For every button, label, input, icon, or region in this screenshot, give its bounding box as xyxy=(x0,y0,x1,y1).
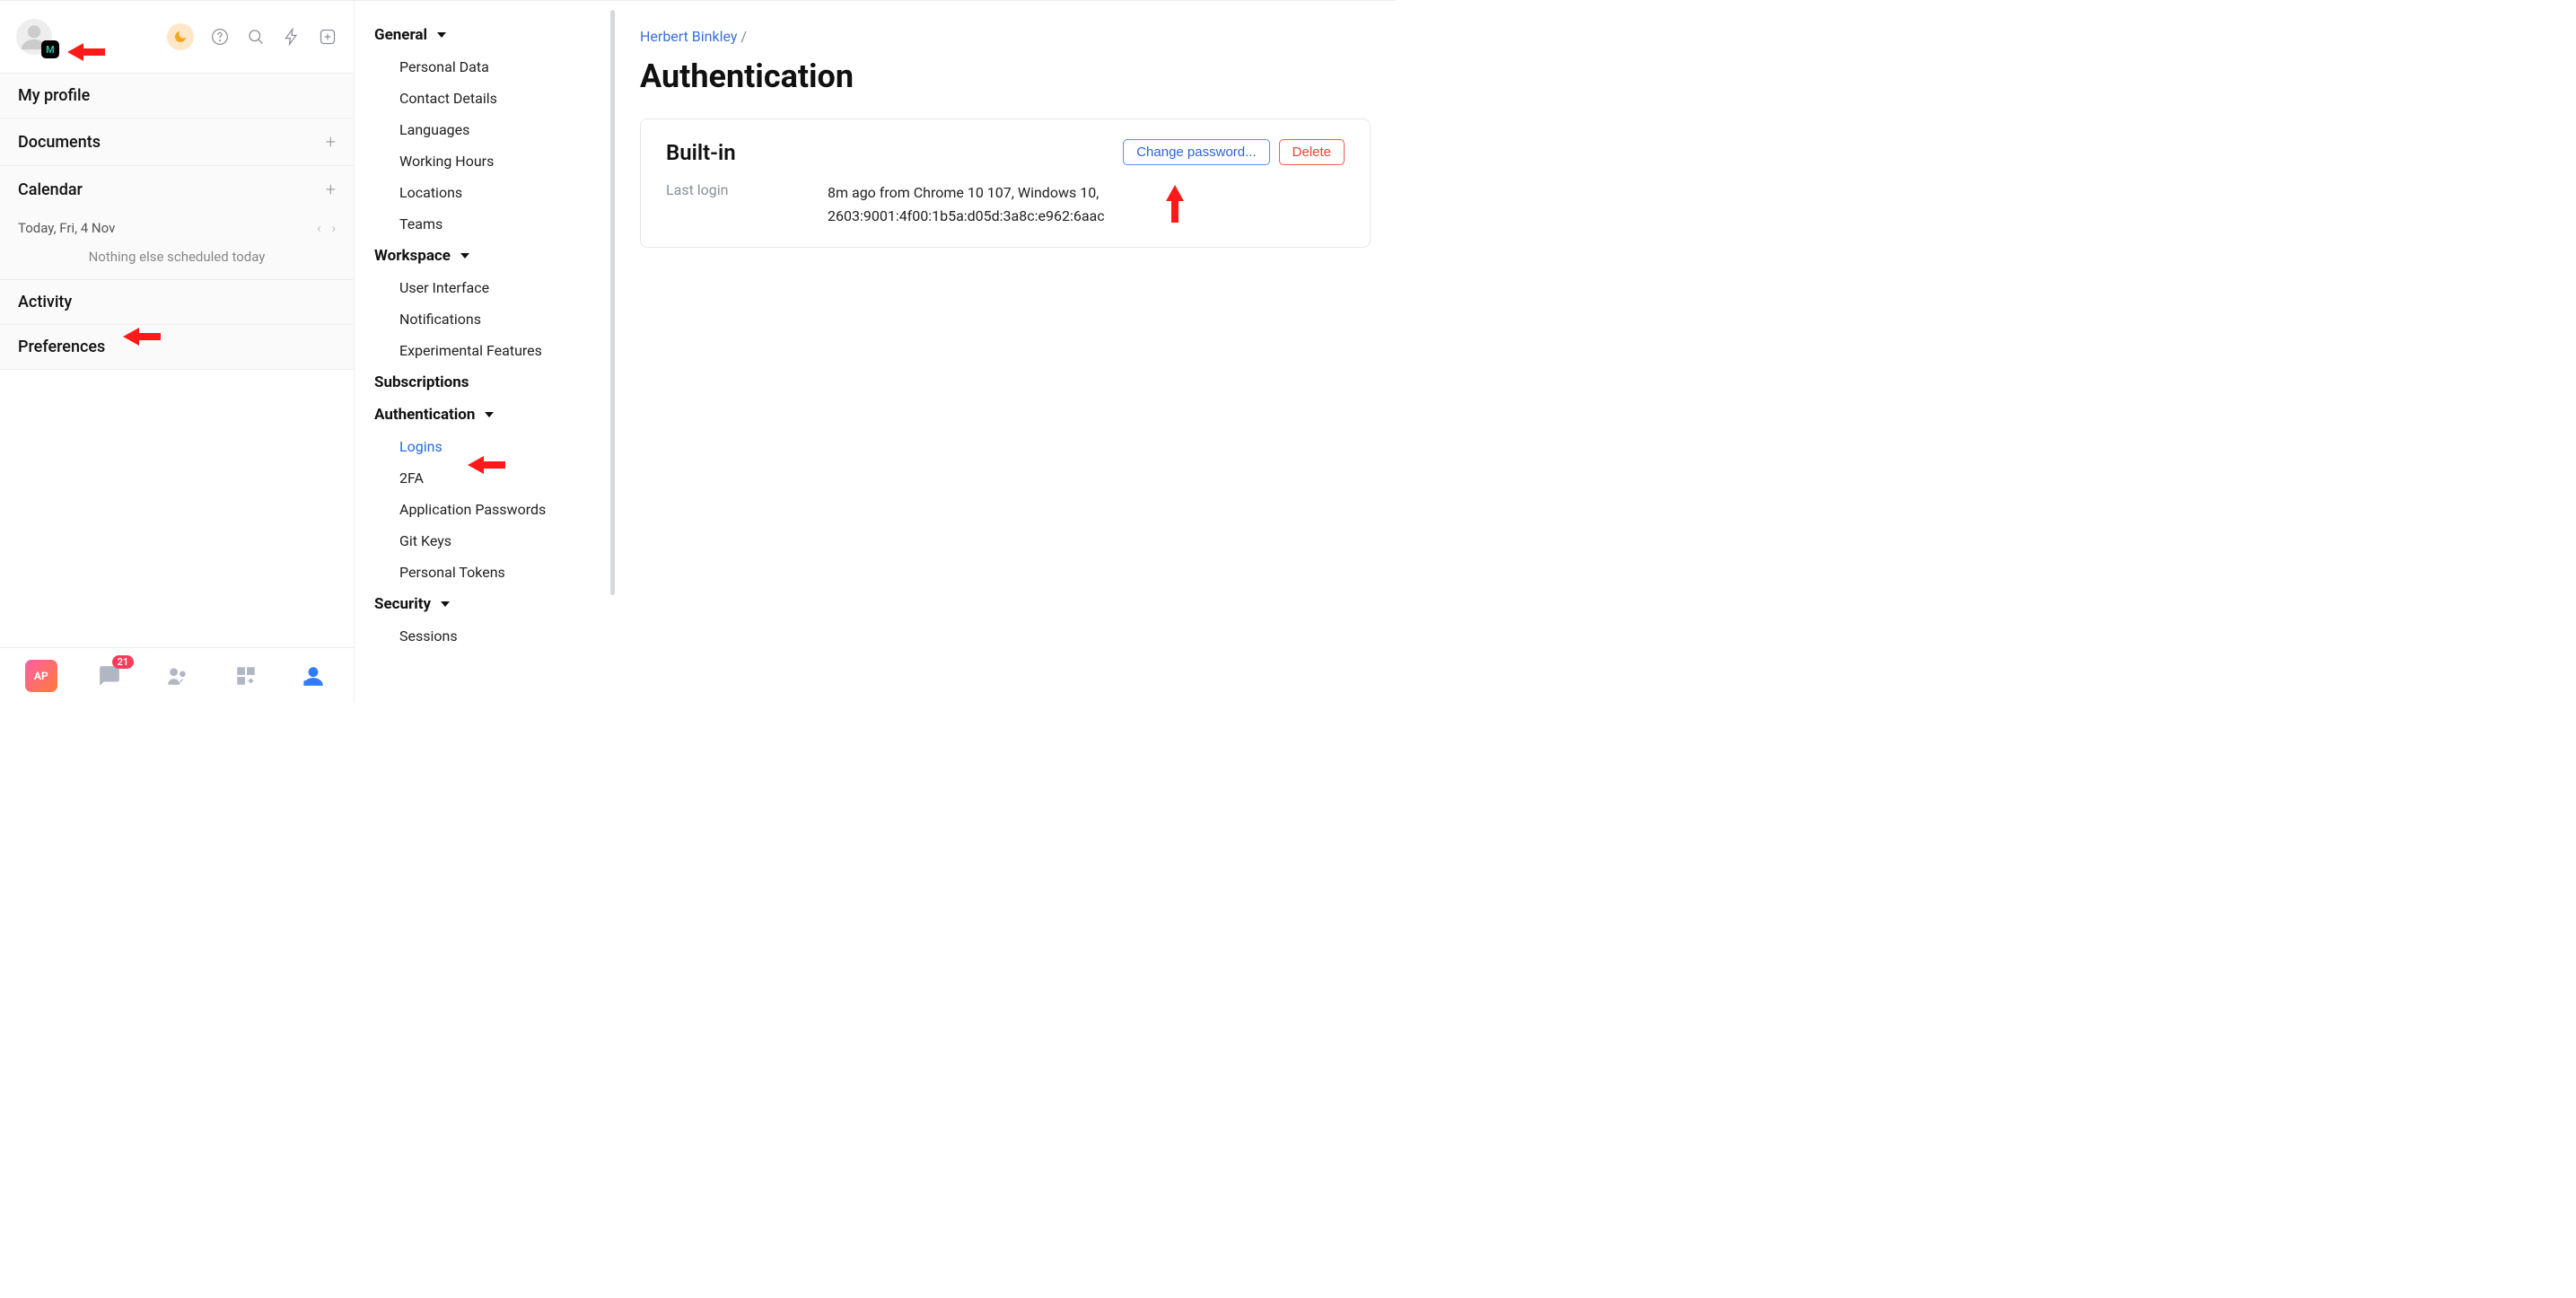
nav-group-subscriptions[interactable]: Subscriptions xyxy=(355,366,615,399)
calendar-date: Today, Fri, 4 Nov xyxy=(18,220,115,236)
calendar-empty-text: Nothing else scheduled today xyxy=(0,243,354,279)
nav-group-authentication[interactable]: Authentication xyxy=(355,399,615,431)
nav-group-workspace[interactable]: Workspace xyxy=(355,240,615,272)
calendar-prev-icon[interactable]: ‹ xyxy=(317,220,321,236)
nav-sessions[interactable]: Sessions xyxy=(355,620,615,652)
nav-user-interface[interactable]: User Interface xyxy=(355,272,615,303)
profile-top-row: M xyxy=(0,1,354,73)
chat-icon[interactable]: 21 xyxy=(95,661,126,691)
team-icon[interactable] xyxy=(162,661,193,691)
caret-icon xyxy=(437,32,446,38)
left-sidebar: M My profi xyxy=(0,1,355,703)
theme-toggle-icon[interactable] xyxy=(167,23,194,50)
workspace-switcher[interactable]: AP xyxy=(25,660,57,692)
nav-teams[interactable]: Teams xyxy=(355,208,615,240)
sidebar-documents[interactable]: Documents+ xyxy=(0,118,354,165)
nav-experimental[interactable]: Experimental Features xyxy=(355,335,615,366)
sidebar-my-profile[interactable]: My profile xyxy=(0,74,354,118)
nav-personal-tokens[interactable]: Personal Tokens xyxy=(355,557,615,588)
nav-group-security[interactable]: Security xyxy=(355,588,615,620)
nav-working-hours[interactable]: Working Hours xyxy=(355,145,615,177)
card-title: Built-in xyxy=(666,140,1114,165)
settings-nav: General Personal Data Contact Details La… xyxy=(355,1,615,703)
chat-badge: 21 xyxy=(112,655,135,669)
avatar[interactable]: M xyxy=(16,19,52,55)
sidebar-activity[interactable]: Activity xyxy=(0,280,354,324)
bolt-icon[interactable] xyxy=(282,27,302,47)
apps-icon[interactable] xyxy=(231,661,261,691)
search-icon[interactable] xyxy=(246,27,266,47)
bottom-bar: AP 21 ••• xyxy=(0,647,354,703)
caret-icon xyxy=(485,412,494,417)
change-password-button[interactable]: Change password... xyxy=(1123,139,1269,165)
nav-contact-details[interactable]: Contact Details xyxy=(355,83,615,114)
builtin-auth-card: Built-in Change password... Delete Last … xyxy=(640,118,1371,248)
main-content: Herbert Binkley / Authentication Built-i… xyxy=(615,1,1396,703)
nav-2fa[interactable]: 2FA xyxy=(355,462,615,494)
nav-languages[interactable]: Languages xyxy=(355,114,615,145)
help-icon[interactable] xyxy=(210,27,230,47)
calendar-today-row: Today, Fri, 4 Nov ‹ › xyxy=(0,213,354,243)
last-login-label: Last login xyxy=(666,181,792,227)
nav-personal-data[interactable]: Personal Data xyxy=(355,51,615,83)
org-badge-icon: M xyxy=(41,40,59,58)
caret-icon xyxy=(441,601,450,607)
nav-logins[interactable]: Logins xyxy=(355,431,615,462)
breadcrumb: Herbert Binkley / xyxy=(640,28,1371,45)
nav-git-keys[interactable]: Git Keys xyxy=(355,525,615,557)
profile-nav-icon[interactable]: ••• xyxy=(298,661,329,691)
delete-button[interactable]: Delete xyxy=(1279,139,1345,165)
add-document-icon[interactable]: + xyxy=(326,131,336,153)
calendar-next-icon[interactable]: › xyxy=(331,220,336,236)
sidebar-calendar[interactable]: Calendar+ xyxy=(0,166,354,213)
add-event-icon[interactable]: + xyxy=(326,179,336,200)
nav-app-passwords[interactable]: Application Passwords xyxy=(355,494,615,525)
nav-group-general[interactable]: General xyxy=(355,19,615,51)
nav-notifications[interactable]: Notifications xyxy=(355,303,615,335)
caret-icon xyxy=(460,253,469,259)
breadcrumb-sep: / xyxy=(740,28,747,45)
page-title: Authentication xyxy=(640,57,1371,95)
breadcrumb-user-link[interactable]: Herbert Binkley xyxy=(640,28,737,45)
sidebar-preferences[interactable]: Preferences xyxy=(0,325,354,369)
last-login-value: 8m ago from Chrome 10 107, Windows 10, 2… xyxy=(828,181,1187,227)
add-icon[interactable] xyxy=(318,27,337,47)
nav-locations[interactable]: Locations xyxy=(355,177,615,208)
more-dots-icon: ••• xyxy=(302,674,324,693)
